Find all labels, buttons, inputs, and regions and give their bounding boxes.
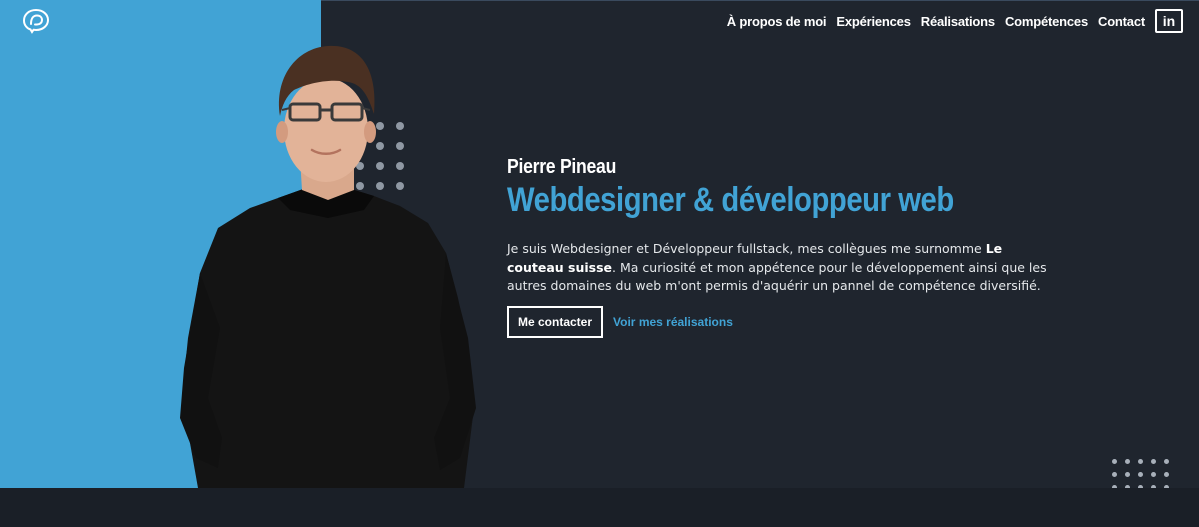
- hero-section: À propos de moi Expériences Réalisations…: [0, 0, 1199, 488]
- hero-content: Pierre Pineau Webdesigner & développeur …: [507, 156, 1067, 338]
- contact-button[interactable]: Me contacter: [507, 305, 604, 338]
- nav-realisations[interactable]: Réalisations: [921, 14, 995, 29]
- dot-pattern-bottom: [1112, 459, 1169, 488]
- intro-text-start: Je suis Webdesigner et Développeur fulls…: [507, 241, 986, 256]
- next-section-band: [0, 488, 1199, 527]
- portrait-image: [180, 45, 476, 488]
- works-link[interactable]: Voir mes réalisations: [613, 315, 733, 329]
- logo-icon[interactable]: [22, 8, 50, 34]
- hero-title: Webdesigner & développeur web: [507, 181, 954, 219]
- hero-name: Pierre Pineau: [507, 156, 617, 178]
- nav-experiences[interactable]: Expériences: [836, 14, 911, 29]
- hero-actions: Me contacter Voir mes réalisations: [507, 305, 1067, 338]
- linkedin-label: in: [1162, 13, 1176, 29]
- main-nav: À propos de moi Expériences Réalisations…: [727, 7, 1183, 35]
- nav-contact[interactable]: Contact: [1098, 14, 1145, 29]
- nav-about[interactable]: À propos de moi: [727, 14, 827, 29]
- nav-competences[interactable]: Compétences: [1005, 14, 1088, 29]
- hero-intro: Je suis Webdesigner et Développeur fulls…: [507, 240, 1055, 296]
- linkedin-icon[interactable]: in: [1155, 9, 1183, 33]
